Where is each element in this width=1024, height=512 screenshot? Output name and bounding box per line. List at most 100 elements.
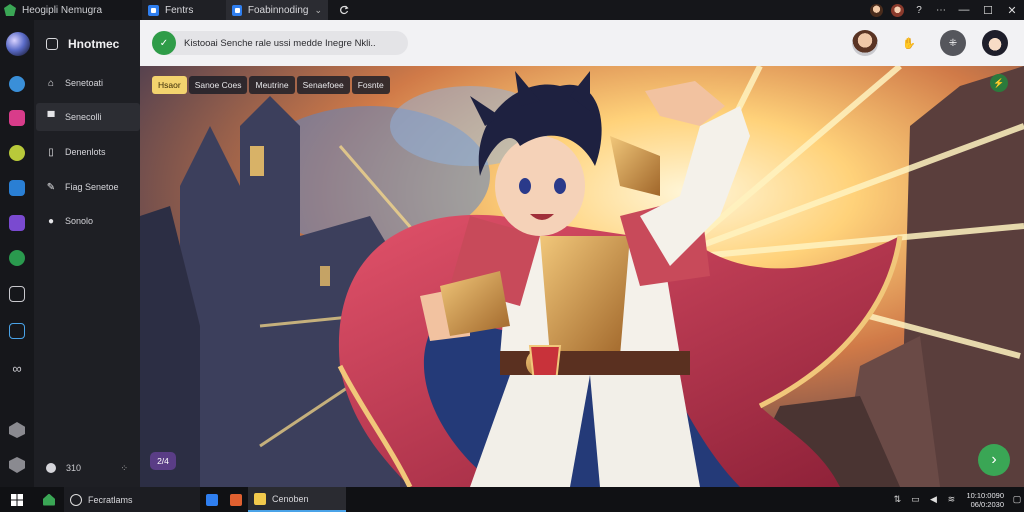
nav-header: Hnotmec [34,30,140,58]
app-icon [230,493,242,506]
home-app-icon [43,493,55,506]
taskbar-search[interactable]: Fecratlams [64,487,200,512]
new-tab-button[interactable] [334,0,354,20]
nav-item-edit[interactable]: ✎ Fiag Senetoe [36,173,140,201]
layout-icon[interactable] [9,323,25,339]
nav-item-label: Fiag Senetoe [65,182,119,192]
filter-chip[interactable]: Fosnte [351,76,390,94]
account-icon [46,463,56,473]
shield-icon[interactable] [9,457,25,473]
folder-icon [206,493,218,506]
clock-date: 06/0:2030 [970,499,1004,509]
leaf-icon[interactable] [9,145,25,161]
prompt-bar[interactable]: ✓ Kistooai Senche rale ussi medde Inegre… [152,31,408,55]
icon-rail: ∞ [0,20,34,487]
workspace-avatar[interactable] [6,32,30,56]
nav-item-documents[interactable]: ▀ Senecolli [36,103,140,131]
profile-avatar[interactable] [852,30,878,56]
window-icon[interactable] [9,286,25,302]
taskbar-app-label: Cenoben [272,493,309,504]
edit-icon: ✎ [46,181,56,193]
prompt-text: Kistooai Senche rale ussi medde Inegre N… [184,37,376,49]
grid-icon[interactable]: ⁘ [120,463,128,474]
tab-1-label: Fentrs [165,4,194,16]
more-icon[interactable]: ⋯ [930,0,952,20]
clock[interactable]: 10:10:0090 06/0:2030 [966,491,1004,509]
hero-illustration [140,66,1024,487]
nav-item-label: Denenlots [65,147,106,157]
network-icon[interactable]: ⇅ [890,494,904,505]
nav-item-files[interactable]: ▯ Denenlots [36,138,140,166]
nav-footer-label: 310 [66,463,82,473]
refresh-icon[interactable] [9,250,25,266]
globe-icon[interactable] [9,76,25,92]
notification-icon[interactable]: ▢ [1010,487,1024,512]
chevron-down-icon[interactable]: ⌄ [314,5,322,16]
chat-icon[interactable] [9,215,25,231]
app-brand: Heogipli Nemugra [0,0,142,20]
taskbar-search-label: Fecratlams [88,494,133,505]
document-icon: ▀ [47,111,55,123]
close-icon[interactable]: ✕ [1000,0,1024,20]
app-logo-icon [4,4,16,16]
nav-item-settings[interactable]: ● Sonolo [36,207,140,235]
hand-icon[interactable]: ✋ [896,30,922,56]
filter-chip[interactable]: Sanoe Coes [188,76,248,94]
notes-icon [254,492,266,505]
app-icon [46,38,58,50]
nav-item-label: Senetoati [65,78,104,88]
link-icon[interactable]: ∞ [9,361,25,377]
taskbar: Fecratlams Cenoben ⇅ ▭ ◀ ≋ 10:10:0090 06… [0,487,1024,512]
style-filter-chips: Hsaor Sanoe Coes Meutrine Senaefoee Fosn… [152,76,390,94]
next-arrow-icon[interactable]: › [978,444,1010,476]
settings-icon: ● [47,215,55,227]
minimize-icon[interactable]: — [952,0,976,20]
taskbar-app-files[interactable] [200,487,224,512]
package-icon[interactable] [9,422,25,438]
battery-icon[interactable]: ▭ [908,494,922,505]
windows-logo-icon [11,493,23,506]
top-bar: ✓ Kistooai Senche rale ussi medde Inegre… [140,20,1024,66]
edit-icon[interactable] [9,180,25,196]
nav-item-label: Senecolli [65,112,102,122]
nav-title: Hnotmec [68,37,120,51]
user-avatar-icon[interactable] [891,3,904,17]
search-icon [70,493,82,506]
titlebar-right: ? ⋯ — ☐ ✕ [866,0,1024,20]
clock-time: 10:10:0090 [966,490,1004,500]
filter-chip[interactable]: Hsaor [152,76,187,94]
app-name: Heogipli Nemugra [22,4,103,16]
user-avatar[interactable] [982,30,1008,56]
nav-footer[interactable]: 310 ⁘ [34,458,140,478]
system-tray: ⇅ ▭ ◀ ≋ 10:10:0090 06/0:2030 ▢ [888,487,1024,512]
tab-favicon-icon [148,4,159,16]
taskbar-app-home[interactable] [34,487,64,512]
tab-2-label: Foabinnoding [247,4,309,16]
filter-chip[interactable]: Senaefoee [296,76,350,94]
taskbar-app-tool[interactable] [224,487,248,512]
maximize-icon[interactable]: ☐ [976,0,1000,20]
volume-icon[interactable]: ◀ [926,494,940,505]
nav-panel: Hnotmec ⌂ Senetoati ▀ Senecolli ▯ Denenl… [34,20,140,487]
flash-icon[interactable]: ⚡ [990,74,1008,92]
title-bar: Heogipli Nemugra Fentrs Foabinnoding ⌄ ?… [0,0,1024,20]
browser-tab-2[interactable]: Foabinnoding ⌄ [226,0,328,20]
nav-item-home[interactable]: ⌂ Senetoati [36,69,140,97]
user-avatar-icon[interactable] [870,3,883,17]
tab-favicon-icon [232,4,242,16]
filter-chip[interactable]: Meutrine [249,76,295,94]
chat-icon[interactable]: ✓ [152,31,176,55]
refresh-icon [340,5,349,15]
home-icon: ⌂ [47,77,55,89]
wifi-icon[interactable]: ≋ [944,494,958,505]
file-icon: ▯ [48,146,54,158]
help-icon[interactable]: ? [908,0,930,20]
nav-item-label: Sonolo [65,216,94,226]
image-counter-badge: 2/4 [150,452,176,470]
puzzle-icon[interactable] [9,110,25,126]
start-button[interactable] [0,487,34,512]
image-canvas[interactable]: Hsaor Sanoe Coes Meutrine Senaefoee Fosn… [140,66,1024,487]
taskbar-app-active[interactable]: Cenoben [248,487,346,512]
apps-icon[interactable]: ⁜ [940,30,966,56]
browser-tab-1[interactable]: Fentrs [142,0,226,20]
